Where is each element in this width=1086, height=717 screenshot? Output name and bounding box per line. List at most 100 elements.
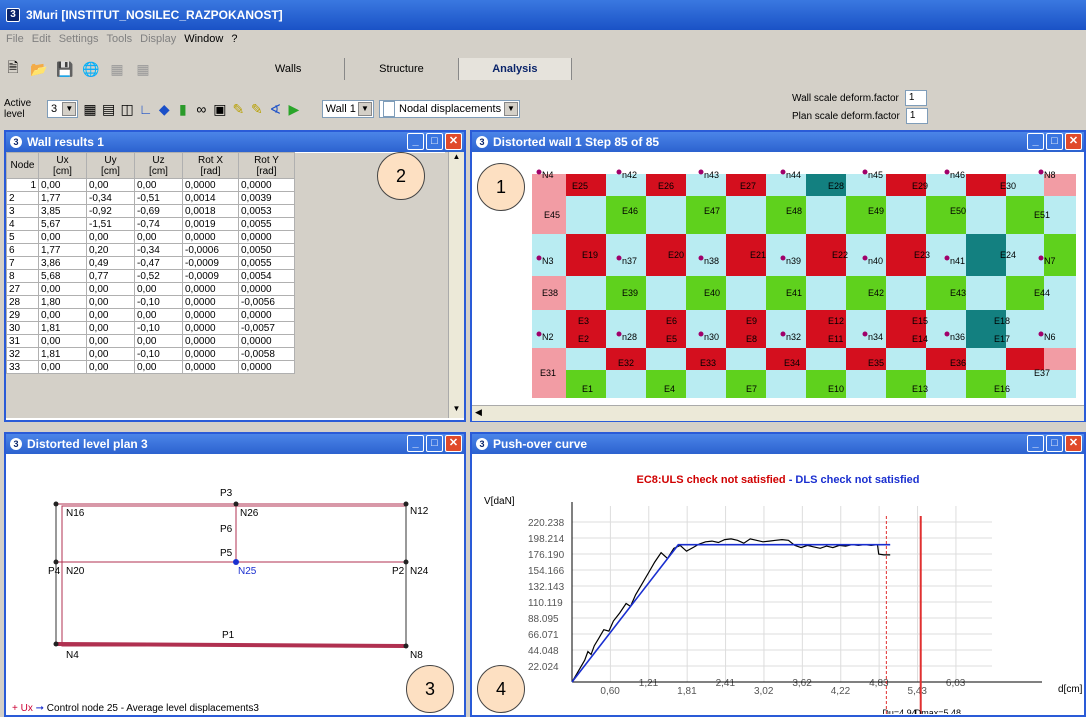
- wall-scale-input[interactable]: 1: [904, 90, 927, 106]
- grid-icon[interactable]: ▦: [83, 100, 97, 118]
- view-select[interactable]: Nodal displacements ▼: [379, 100, 520, 118]
- vertical-scrollbar[interactable]: ▲ ▼: [448, 152, 464, 418]
- maximize-icon[interactable]: □: [1046, 133, 1063, 150]
- node-label: n30: [704, 332, 719, 342]
- wall-element: [532, 310, 568, 348]
- table-row[interactable]: 27 0,00 0,00 0,00 0,0000 0,0000: [6, 282, 445, 296]
- report-icon[interactable]: ◫: [120, 100, 134, 118]
- analysis-toolbar: Active level 3 ▼ ▦ ▤ ◫ ∟ ◆ ▮ ∞ ▣ ✎ ✎ ∢ ▶ …: [0, 90, 520, 128]
- close-icon[interactable]: ✕: [1065, 435, 1082, 452]
- minimize-icon[interactable]: _: [1027, 133, 1044, 150]
- minimize-icon[interactable]: _: [407, 435, 424, 452]
- run-icon[interactable]: ▶: [287, 100, 301, 118]
- maximize-icon[interactable]: □: [1046, 435, 1063, 452]
- element-label: E25: [572, 181, 588, 191]
- checkbox[interactable]: [383, 101, 395, 117]
- element-label: E28: [828, 181, 844, 191]
- globe-icon[interactable]: 🌐: [82, 60, 100, 78]
- tab-structure[interactable]: Structure: [345, 58, 459, 80]
- menu-window[interactable]: Window: [180, 33, 227, 45]
- table-icon[interactable]: ▤: [102, 100, 116, 118]
- axes-icon[interactable]: ∟: [139, 100, 153, 118]
- row-filler: [294, 282, 445, 296]
- horizontal-scrollbar[interactable]: ◀: [472, 405, 1084, 421]
- table-row[interactable]: 28 1,80 0,00 -0,10 0,0000 -0,0056: [6, 295, 445, 309]
- active-level-label: Active level: [4, 98, 32, 120]
- node-label: N8: [1044, 170, 1056, 180]
- active-level-select[interactable]: 3 ▼: [46, 100, 79, 118]
- table-row[interactable]: 6 1,77 0,20 -0,34 -0,0006 0,0050: [6, 243, 445, 257]
- node-label: n28: [622, 332, 637, 342]
- close-icon[interactable]: ✕: [445, 133, 462, 150]
- value-cell: 0,00: [86, 308, 135, 322]
- table-row[interactable]: 29 0,00 0,00 0,00 0,0000 0,0000: [6, 308, 445, 322]
- curve-icon[interactable]: ∢: [269, 100, 283, 118]
- table-row[interactable]: 2 1,77 -0,34 -0,51 0,0014 0,0039: [6, 191, 445, 205]
- scroll-up-icon[interactable]: ▲: [449, 152, 464, 166]
- diamond-icon[interactable]: ◆: [158, 100, 172, 118]
- menu-edit[interactable]: Edit: [28, 33, 55, 45]
- wall-select[interactable]: Wall 1 ▼: [321, 100, 374, 118]
- tab-analysis[interactable]: Analysis: [458, 58, 572, 80]
- save-icon[interactable]: 💾: [56, 60, 74, 78]
- element-label: E20: [668, 250, 684, 260]
- table-row[interactable]: 32 1,81 0,00 -0,10 0,0000 -0,0058: [6, 347, 445, 361]
- close-icon[interactable]: ✕: [445, 435, 462, 452]
- menu-settings[interactable]: Settings: [55, 33, 103, 45]
- menu-tools[interactable]: Tools: [102, 33, 136, 45]
- close-icon[interactable]: ✕: [1065, 133, 1082, 150]
- maximize-icon[interactable]: □: [426, 133, 443, 150]
- import-icon[interactable]: ▦: [108, 60, 126, 78]
- scroll-left-icon[interactable]: ◀: [475, 407, 482, 418]
- element-label: E16: [994, 384, 1010, 394]
- element-label: E35: [868, 358, 884, 368]
- element-label: E46: [622, 206, 638, 216]
- plan-label: N26: [240, 508, 259, 519]
- node-point: [698, 169, 704, 175]
- table-row[interactable]: 33 0,00 0,00 0,00 0,0000 0,0000: [6, 360, 445, 374]
- open-folder-icon[interactable]: 📂: [30, 60, 48, 78]
- value-cell: 0,0019: [182, 217, 239, 231]
- table-row[interactable]: 8 5,68 0,77 -0,52 -0,0009 0,0054: [6, 269, 445, 283]
- element-label: E17: [994, 334, 1010, 344]
- view-select-value: Nodal displacements: [399, 103, 502, 115]
- column-header: Uz [cm]: [134, 152, 183, 179]
- node-label: n43: [704, 170, 719, 180]
- element-label: E14: [912, 334, 928, 344]
- new-file-icon[interactable]: 🗎: [4, 59, 22, 78]
- value-cell: -0,10: [134, 321, 183, 335]
- table-row[interactable]: 4 5,67 -1,51 -0,74 0,0019 0,0055: [6, 217, 445, 231]
- element-label: E38: [542, 288, 558, 298]
- check-doc-icon[interactable]: ✎: [232, 100, 246, 118]
- table-row[interactable]: 30 1,81 0,00 -0,10 0,0000 -0,0057: [6, 321, 445, 335]
- plan-scale-input[interactable]: 1: [905, 108, 928, 124]
- table-row[interactable]: 5 0,00 0,00 0,00 0,0000 0,0000: [6, 230, 445, 244]
- value-cell: 0,00: [134, 334, 183, 348]
- tab-walls[interactable]: Walls: [232, 58, 346, 80]
- table-row[interactable]: 31 0,00 0,00 0,00 0,0000 0,0000: [6, 334, 445, 348]
- minimize-icon[interactable]: _: [407, 133, 424, 150]
- menu-display[interactable]: Display: [136, 33, 180, 45]
- value-cell: 0,00: [86, 230, 135, 244]
- table-row[interactable]: 7 3,86 0,49 -0,47 -0,0009 0,0055: [6, 256, 445, 270]
- bars-icon[interactable]: ▮: [176, 100, 190, 118]
- box-icon[interactable]: ▣: [213, 100, 227, 118]
- check-doc2-icon[interactable]: ✎: [250, 100, 264, 118]
- export-icon[interactable]: ▦: [134, 60, 152, 78]
- wall-element: [566, 276, 608, 310]
- table-row[interactable]: 3 3,85 -0,92 -0,69 0,0018 0,0053: [6, 204, 445, 218]
- node-point: [233, 501, 239, 507]
- wall-element: [686, 234, 728, 276]
- minimize-icon[interactable]: _: [1027, 435, 1044, 452]
- y-tick-label: 154.166: [528, 566, 565, 577]
- glasses-icon[interactable]: ∞: [195, 100, 209, 118]
- menu-help[interactable]: ?: [227, 33, 241, 45]
- wall-element: [846, 310, 888, 348]
- scroll-down-icon[interactable]: ▼: [449, 404, 464, 418]
- node-label: N3: [542, 256, 554, 266]
- wall-element: [646, 196, 688, 234]
- wall-element: [806, 276, 848, 310]
- maximize-icon[interactable]: □: [426, 435, 443, 452]
- menu-file[interactable]: File: [2, 33, 28, 45]
- value-cell: -0,34: [86, 191, 135, 205]
